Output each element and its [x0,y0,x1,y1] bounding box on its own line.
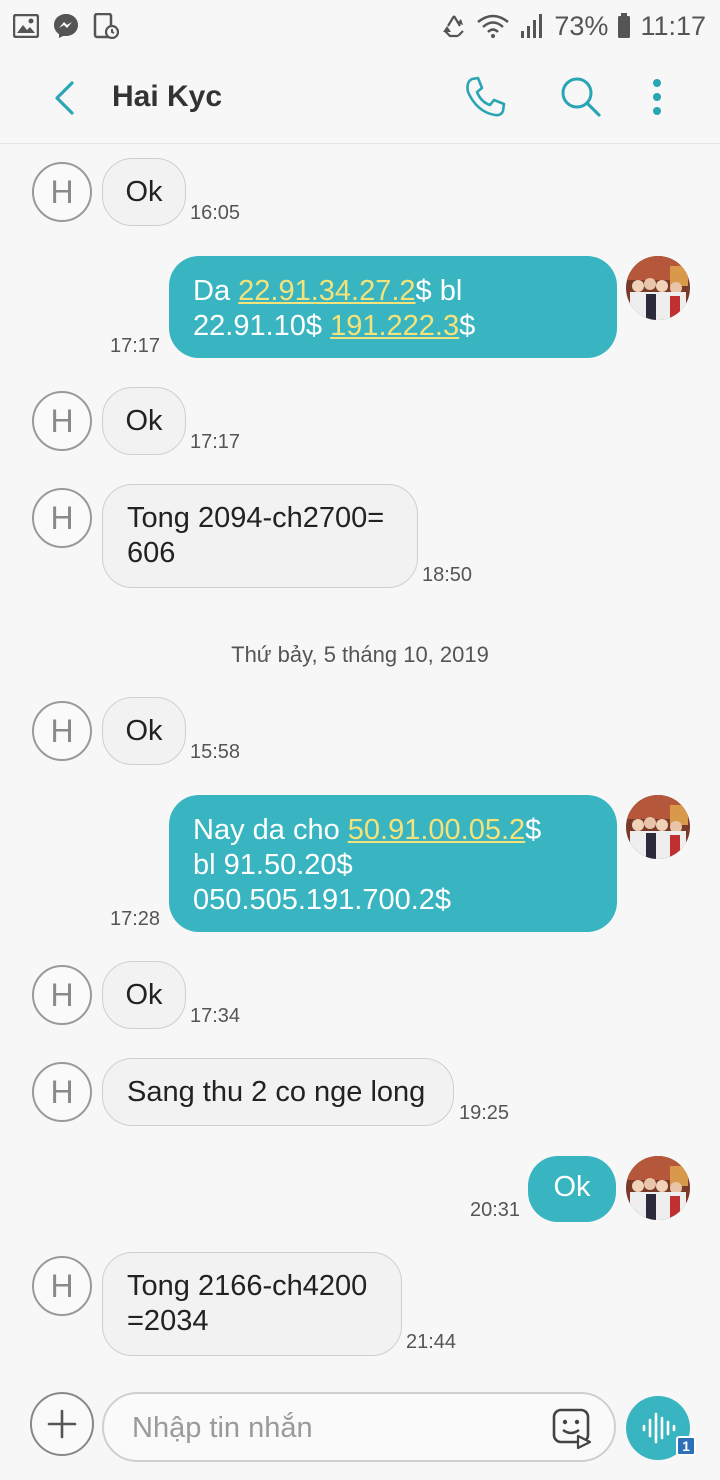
contact-name: Hai Kyc [112,80,223,113]
sim-badge: 1 [676,1436,696,1456]
gallery-icon [12,12,40,40]
phone-icon [466,76,506,117]
date-separator: Thứ bảy, 5 tháng 10, 2019 [231,642,489,667]
conversation-header: Hai Kyc [0,52,720,144]
message-composer: 1 [0,1380,720,1480]
contact-avatar[interactable]: H [32,1256,92,1316]
message-time: 19:25 [459,1102,510,1124]
battery-percent: 73% [554,10,609,41]
back-arrow-icon [55,81,74,115]
message-time: 17:28 [110,908,161,930]
my-profile-photo[interactable] [626,1156,690,1220]
voice-wave-icon [642,1412,676,1444]
incoming-message[interactable]: Ok [102,961,186,1029]
message-time: 21:44 [406,1331,457,1353]
back-button[interactable] [44,76,84,120]
message-time: 18:50 [422,564,473,586]
incoming-message[interactable]: Ok [102,697,186,765]
incoming-message[interactable]: Tong 2166-ch4200 =2034 [102,1252,402,1356]
contact-avatar[interactable]: H [32,1062,92,1122]
screen-record-icon [92,12,120,40]
incoming-message[interactable]: Ok [102,387,186,455]
plus-icon [47,1409,77,1439]
outgoing-message[interactable]: Da 22.91.34.27.2$ bl 22.91.10$ 191.222.3… [169,256,617,358]
wifi-icon [476,12,510,40]
contact-avatar[interactable]: H [32,701,92,761]
sticker-icon [552,1408,592,1450]
attach-button[interactable] [30,1392,94,1456]
message-time: 17:17 [190,431,241,453]
contact-avatar[interactable]: H [32,391,92,451]
status-bar: 73% 11:17 [0,0,720,52]
outgoing-message[interactable]: Nay da cho 50.91.00.05.2$ bl 91.50.20$ 0… [169,795,617,932]
call-button[interactable] [462,74,508,120]
incoming-message[interactable]: Sang thu 2 co nge long [102,1058,454,1126]
contact-avatar[interactable]: H [32,162,92,222]
message-time: 20:31 [470,1199,521,1221]
more-vert-icon [653,79,661,115]
battery-icon [616,12,632,40]
message-time: 17:34 [190,1005,241,1027]
number-link[interactable]: 191.222.3 [330,310,459,342]
my-profile-photo[interactable] [626,256,690,320]
search-button[interactable] [558,74,604,120]
message-input-field[interactable] [102,1392,616,1462]
incoming-message[interactable]: Ok [102,158,186,226]
search-icon [561,77,601,117]
number-link[interactable]: 22.91.34.27.2 [238,275,415,307]
recycle-icon [440,12,468,40]
more-options-button[interactable] [640,74,674,120]
my-profile-photo[interactable] [626,795,690,859]
incoming-message[interactable]: Tong 2094-ch2700= 606 [102,484,418,588]
signal-icon [518,12,546,40]
contact-avatar[interactable]: H [32,488,92,548]
message-input[interactable] [132,1404,532,1452]
message-time: 16:05 [190,202,241,224]
sticker-button[interactable] [550,1406,594,1450]
number-link[interactable]: 50.91.00.05.2 [348,814,525,846]
outgoing-message[interactable]: Ok [528,1156,616,1222]
contact-avatar[interactable]: H [32,965,92,1025]
message-time: 15:58 [190,741,241,763]
message-time: 17:17 [110,335,161,357]
status-time: 11:17 [640,10,706,41]
messenger-icon [52,12,80,40]
